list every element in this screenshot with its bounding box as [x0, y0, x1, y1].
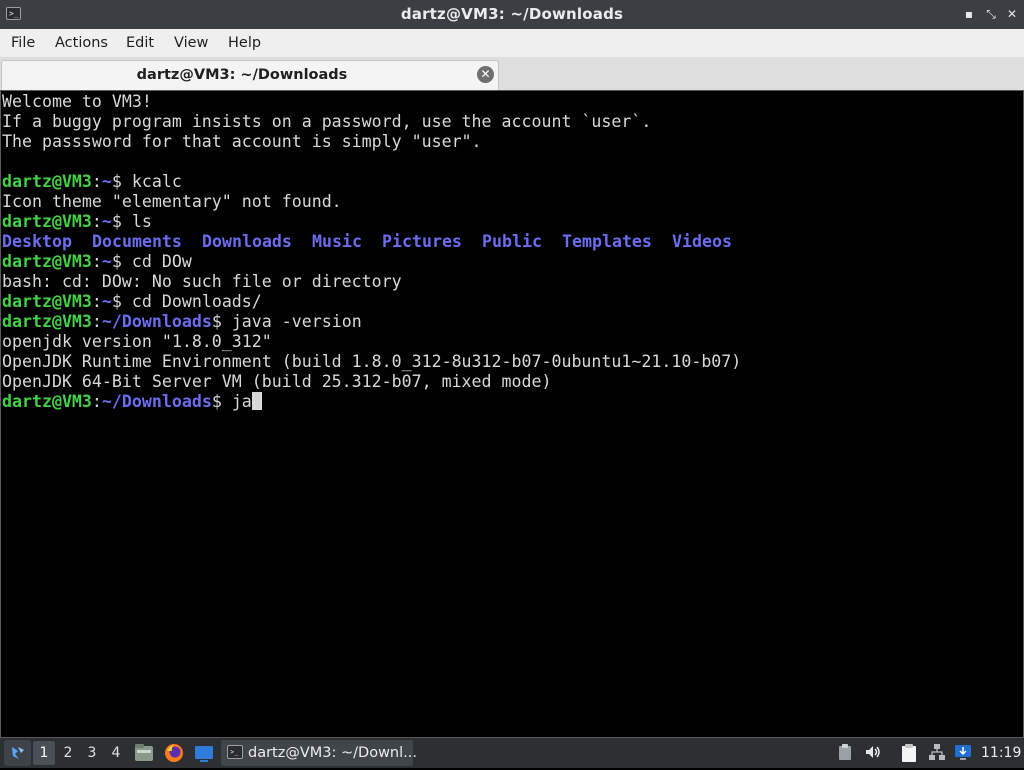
- prompt-user: dartz@VM3: [2, 212, 92, 231]
- maximize-icon[interactable]: ⤡: [984, 7, 998, 21]
- menu-help[interactable]: Help: [227, 29, 262, 57]
- prompt-command: cd DOw: [131, 252, 192, 271]
- terminal-prompt-line: dartz@VM3:~$ cd Downloads/: [2, 292, 262, 312]
- terminal-line: bash: cd: DOw: No such file or directory: [2, 272, 402, 292]
- workspace-4[interactable]: 4: [105, 741, 127, 765]
- update-icon[interactable]: [953, 743, 973, 763]
- terminal-prompt-line: dartz@VM3:~/Downloads$ java -version: [2, 312, 362, 332]
- clipboard-icon[interactable]: [835, 743, 855, 763]
- firefox-icon[interactable]: [163, 742, 185, 764]
- prompt-command: ls: [131, 212, 152, 231]
- prompt-path: ~: [101, 292, 112, 311]
- prompt-path: ~/Downloads: [101, 392, 212, 411]
- prompt-separator: :: [91, 212, 102, 231]
- directory-entry: Videos: [672, 232, 732, 251]
- terminal-cursor: [251, 392, 262, 410]
- taskbar-terminal-label: dartz@VM3: ~/Downl...: [248, 745, 417, 761]
- menu-actions[interactable]: Actions: [54, 29, 109, 57]
- menu-view[interactable]: View: [173, 29, 209, 57]
- terminal-text: If a buggy program insists on a password…: [2, 112, 652, 131]
- terminal-text: openjdk version "1.8.0_312": [2, 332, 272, 351]
- terminal-line: If a buggy program insists on a password…: [2, 112, 651, 132]
- terminal-line: OpenJDK Runtime Environment (build 1.8.0…: [2, 352, 741, 372]
- terminal-line: Welcome to VM3!: [2, 92, 152, 112]
- terminal-view[interactable]: Welcome to VM3! If a buggy program insist…: [0, 90, 1024, 738]
- terminal-prompt-line: dartz@VM3:~$ ls: [2, 212, 152, 232]
- prompt-path: ~: [101, 252, 112, 271]
- prompt-path: ~: [101, 172, 112, 191]
- prompt-command: cd Downloads/: [131, 292, 262, 311]
- window-title: dartz@VM3: ~/Downloads: [400, 5, 624, 23]
- terminal-text: bash: cd: DOw: No such file or directory: [2, 272, 402, 291]
- minimize-icon[interactable]: ▪: [962, 7, 976, 21]
- terminal-line: Icon theme "elementary" not found.: [2, 192, 342, 212]
- prompt-user: dartz@VM3: [2, 292, 92, 311]
- workspace-1[interactable]: 1: [33, 741, 55, 765]
- start-menu-icon[interactable]: [4, 740, 31, 766]
- prompt-separator: :: [91, 292, 102, 311]
- prompt-symbol: $: [111, 212, 132, 231]
- prompt-symbol: $: [211, 392, 232, 411]
- directory-entry: Public: [482, 232, 542, 251]
- volume-icon[interactable]: [863, 743, 883, 763]
- tab-label: dartz@VM3: ~/Downloads: [136, 67, 348, 83]
- workspace-2[interactable]: 2: [57, 741, 79, 765]
- taskbar: 1 2 3 4 >_ dartz@VM3: ~/Downl... 11:19: [0, 738, 1024, 768]
- workspace-3[interactable]: 3: [81, 741, 103, 765]
- prompt-separator: :: [91, 252, 102, 271]
- prompt-user: dartz@VM3: [2, 172, 92, 191]
- prompt-path: ~: [101, 212, 112, 231]
- prompt-user: dartz@VM3: [2, 392, 92, 411]
- prompt-command: ja: [231, 392, 252, 411]
- directory-entry: Templates: [562, 232, 652, 251]
- directory-entry: Pictures: [382, 232, 462, 251]
- prompt-symbol: $: [111, 292, 132, 311]
- directory-entry: Documents: [92, 232, 182, 251]
- file-manager-icon[interactable]: [133, 742, 155, 764]
- menu-file[interactable]: File: [10, 29, 36, 57]
- terminal-prompt-line: dartz@VM3:~/Downloads$ ja: [2, 392, 262, 412]
- terminal-tab[interactable]: dartz@VM3: ~/Downloads ✕: [1, 60, 499, 90]
- menu-edit[interactable]: Edit: [125, 29, 155, 57]
- network-icon[interactable]: [927, 743, 947, 763]
- prompt-path: ~/Downloads: [101, 312, 212, 331]
- desktop-icon[interactable]: [193, 742, 215, 764]
- directory-entry: Downloads: [202, 232, 292, 251]
- window-titlebar[interactable]: >_ dartz@VM3: ~/Downloads ▪ ⤡ ✕: [0, 0, 1024, 29]
- prompt-command: java -version: [231, 312, 362, 331]
- prompt-user: dartz@VM3: [2, 252, 92, 271]
- terminal-icon: >_: [227, 745, 243, 759]
- terminal-prompt-line: dartz@VM3:~$ cd DOw: [2, 252, 192, 272]
- prompt-symbol: $: [111, 172, 132, 191]
- close-icon[interactable]: ✕: [1005, 7, 1019, 21]
- terminal-line: OpenJDK 64-Bit Server VM (build 25.312-b…: [2, 372, 551, 392]
- terminal-text: OpenJDK 64-Bit Server VM (build 25.312-b…: [2, 372, 552, 391]
- prompt-symbol: $: [211, 312, 232, 331]
- tab-bar: dartz@VM3: ~/Downloads ✕: [0, 58, 1024, 90]
- clock[interactable]: 11:19: [981, 738, 1021, 768]
- directory-entry: Desktop: [2, 232, 72, 251]
- prompt-separator: :: [91, 172, 102, 191]
- terminal-prompt-line: dartz@VM3:~$ kcalc: [2, 172, 182, 192]
- menu-bar: File Actions Edit View Help: [0, 29, 1024, 58]
- terminal-text: Welcome to VM3!: [2, 92, 152, 111]
- tab-close-icon[interactable]: ✕: [477, 66, 494, 83]
- directory-entry: Music: [312, 232, 362, 251]
- terminal-text: OpenJDK Runtime Environment (build 1.8.0…: [2, 352, 742, 371]
- prompt-separator: :: [91, 392, 102, 411]
- taskbar-terminal-button[interactable]: >_ dartz@VM3: ~/Downl...: [221, 740, 417, 766]
- prompt-user: dartz@VM3: [2, 312, 92, 331]
- prompt-separator: :: [91, 312, 102, 331]
- prompt-command: kcalc: [131, 172, 182, 191]
- notes-icon[interactable]: [899, 743, 919, 763]
- prompt-symbol: $: [111, 252, 132, 271]
- terminal-line: The passsword for that account is simply…: [2, 132, 482, 152]
- terminal-text: The passsword for that account is simply…: [2, 132, 482, 151]
- terminal-text: Icon theme "elementary" not found.: [2, 192, 342, 211]
- terminal-line: openjdk version "1.8.0_312": [2, 332, 272, 352]
